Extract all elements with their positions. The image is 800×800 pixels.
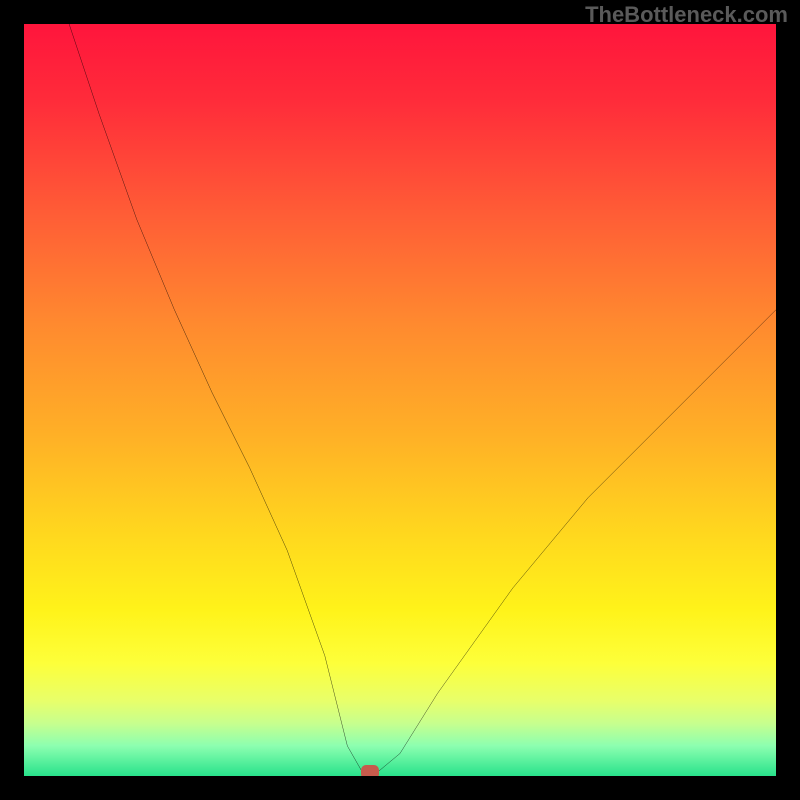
plot-area [24,24,776,776]
watermark-text: TheBottleneck.com [585,2,788,28]
bottleneck-curve [24,24,776,776]
minimum-dot [361,765,379,776]
chart-outer-frame: TheBottleneck.com [0,0,800,800]
